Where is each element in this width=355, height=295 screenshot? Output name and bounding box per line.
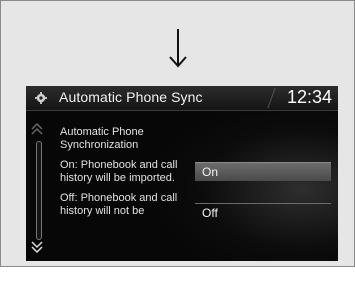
scroll-down-icon[interactable] (31, 241, 43, 253)
option-off[interactable]: Off (195, 203, 331, 222)
illustration-frame: Automatic Phone Sync 12:34 Automatic Pho… (0, 0, 355, 267)
option-on-label: On (202, 165, 219, 179)
infotainment-screen: Automatic Phone Sync 12:34 Automatic Pho… (26, 86, 338, 261)
scroll-up-icon[interactable] (31, 123, 43, 135)
gear-icon (35, 92, 47, 104)
title-bar: Automatic Phone Sync 12:34 (26, 86, 338, 111)
clock: 12:34 (287, 87, 333, 107)
option-on[interactable]: On (195, 162, 331, 181)
scrollbar[interactable] (36, 141, 42, 240)
arrow-down-icon (169, 29, 187, 68)
description-on: On: Phonebook and call history will be i… (60, 159, 178, 184)
description-off: Off: Phonebook and call history will not… (60, 192, 178, 217)
screen-title: Automatic Phone Sync (59, 89, 203, 105)
option-off-label: Off (202, 206, 218, 220)
description-text: Automatic Phone Synchronization On: Phon… (60, 126, 200, 225)
description-heading: Automatic Phone Synchronization (60, 126, 144, 151)
